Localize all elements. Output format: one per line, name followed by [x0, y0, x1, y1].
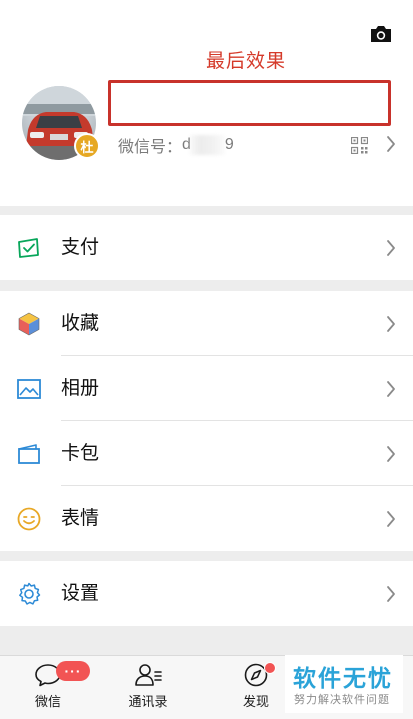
- contacts-icon: [135, 664, 162, 686]
- discover-red-dot: [264, 662, 276, 674]
- nickname-highlight-box: [108, 80, 391, 126]
- tab-discover[interactable]: 发现: [226, 662, 286, 718]
- payment-group: 支付: [0, 215, 413, 280]
- tab-label-contacts: 通讯录: [128, 694, 168, 709]
- avatar-badge: 杜: [74, 133, 100, 159]
- wechat-id-label: 微信号：: [118, 139, 183, 156]
- smiley-icon: [17, 507, 41, 531]
- chevron-right-icon: [387, 316, 395, 332]
- menu-item-stickers[interactable]: 表情: [0, 486, 413, 551]
- menu-label-cards: 卡包: [61, 443, 100, 464]
- menu-label-settings: 设置: [61, 583, 100, 604]
- profile-header[interactable]: 最后效果 杜 微信号： d 9: [0, 0, 413, 206]
- wechat-id[interactable]: 微信号： d 9: [118, 134, 234, 156]
- settings-group: 设置: [0, 561, 413, 626]
- camera-icon[interactable]: [369, 24, 393, 44]
- avatar[interactable]: 杜: [22, 86, 100, 160]
- menu-label-stickers: 表情: [61, 508, 100, 529]
- menu-item-cards[interactable]: 卡包: [0, 421, 413, 486]
- chevron-right-icon: [387, 381, 395, 397]
- watermark-logo: 软件无忧 努力解决软件问题: [285, 655, 403, 713]
- menu-item-payment[interactable]: 支付: [0, 215, 413, 280]
- gear-icon: [19, 582, 41, 605]
- qr-code-icon[interactable]: [351, 137, 368, 154]
- wallet-icon: [18, 238, 39, 258]
- menu-label-payment: 支付: [61, 237, 100, 258]
- menu-label-album: 相册: [61, 378, 100, 399]
- content-group: 收藏 相册 卡包 表情: [0, 291, 413, 551]
- chevron-right-icon: [387, 240, 395, 256]
- card-wallet-icon: [18, 444, 40, 464]
- menu-item-settings[interactable]: 设置: [0, 561, 413, 626]
- menu-item-album[interactable]: 相册: [0, 356, 413, 421]
- watermark-title: 软件无忧: [293, 665, 393, 691]
- tab-label-chats: 微信: [34, 694, 61, 709]
- unread-badge: ···: [56, 661, 90, 681]
- menu-label-favorites: 收藏: [61, 313, 100, 334]
- chevron-right-icon: [387, 511, 395, 527]
- menu-item-favorites[interactable]: 收藏: [0, 291, 413, 356]
- tab-contacts[interactable]: 通讯录: [118, 662, 178, 718]
- wechat-id-suffix: 9: [224, 136, 234, 153]
- cube-icon: [18, 312, 40, 336]
- tab-label-discover: 发现: [242, 694, 269, 709]
- wechat-id-blur: [188, 135, 225, 155]
- chevron-right-icon: [387, 446, 395, 462]
- chevron-right-icon: [387, 586, 395, 602]
- annotation-text: 最后效果: [206, 51, 287, 72]
- photo-album-icon: [17, 379, 41, 399]
- watermark-subtitle: 努力解决软件问题: [294, 694, 390, 706]
- chevron-right-icon[interactable]: [386, 135, 396, 153]
- me-page: 最后效果 杜 微信号： d 9 支付 收藏 相册 卡包 表情 设置 微信 通讯录…: [0, 0, 413, 719]
